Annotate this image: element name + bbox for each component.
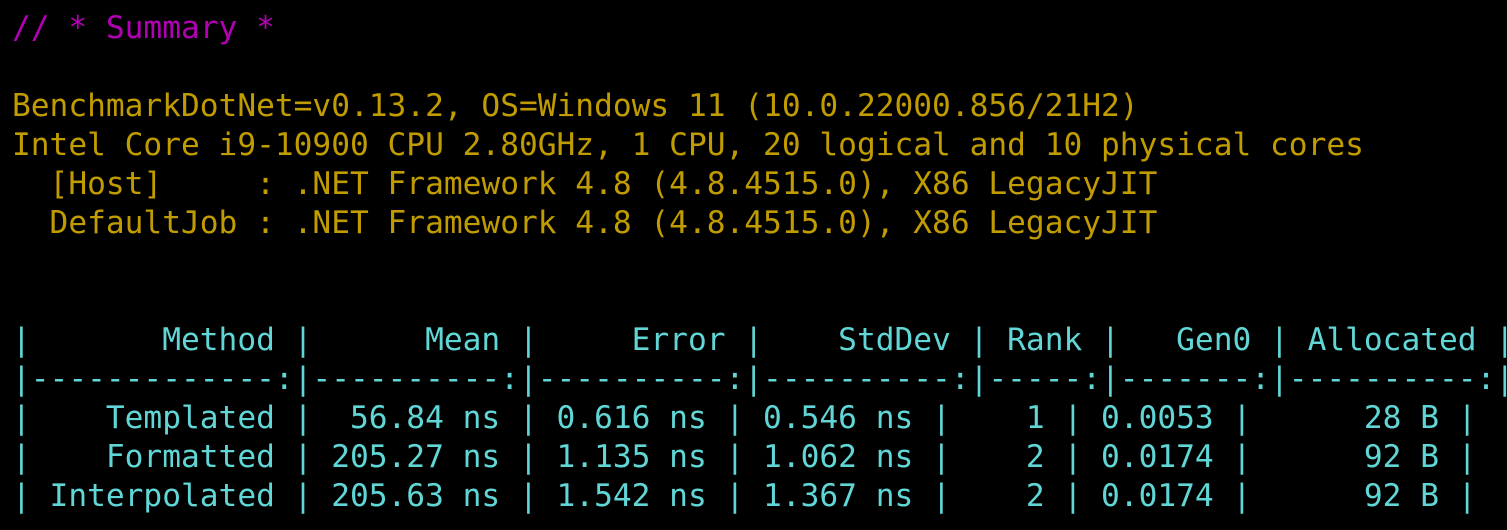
environment-line-defaultjob: DefaultJob : .NET Framework 4.8 (4.8.451… <box>12 205 1158 241</box>
results-table-separator: |-------------:|----------:|----------:|… <box>12 361 1507 397</box>
results-table-row-formatted: | Formatted | 205.27 ns | 1.135 ns | 1.0… <box>12 439 1477 475</box>
results-table-row-interpolated: | Interpolated | 205.63 ns | 1.542 ns | … <box>12 478 1477 514</box>
environment-line-benchmark: BenchmarkDotNet=v0.13.2, OS=Windows 11 (… <box>12 88 1139 124</box>
results-table-header: | Method | Mean | Error | StdDev | Rank … <box>12 322 1507 358</box>
environment-line-host: [Host] : .NET Framework 4.8 (4.8.4515.0)… <box>12 166 1158 202</box>
results-table-row-templated: | Templated | 56.84 ns | 0.616 ns | 0.54… <box>12 400 1477 436</box>
environment-line-cpu: Intel Core i9-10900 CPU 2.80GHz, 1 CPU, … <box>12 127 1364 163</box>
terminal-window[interactable]: // * Summary * BenchmarkDotNet=v0.13.2, … <box>0 0 1507 530</box>
summary-heading: // * Summary * <box>12 10 275 46</box>
